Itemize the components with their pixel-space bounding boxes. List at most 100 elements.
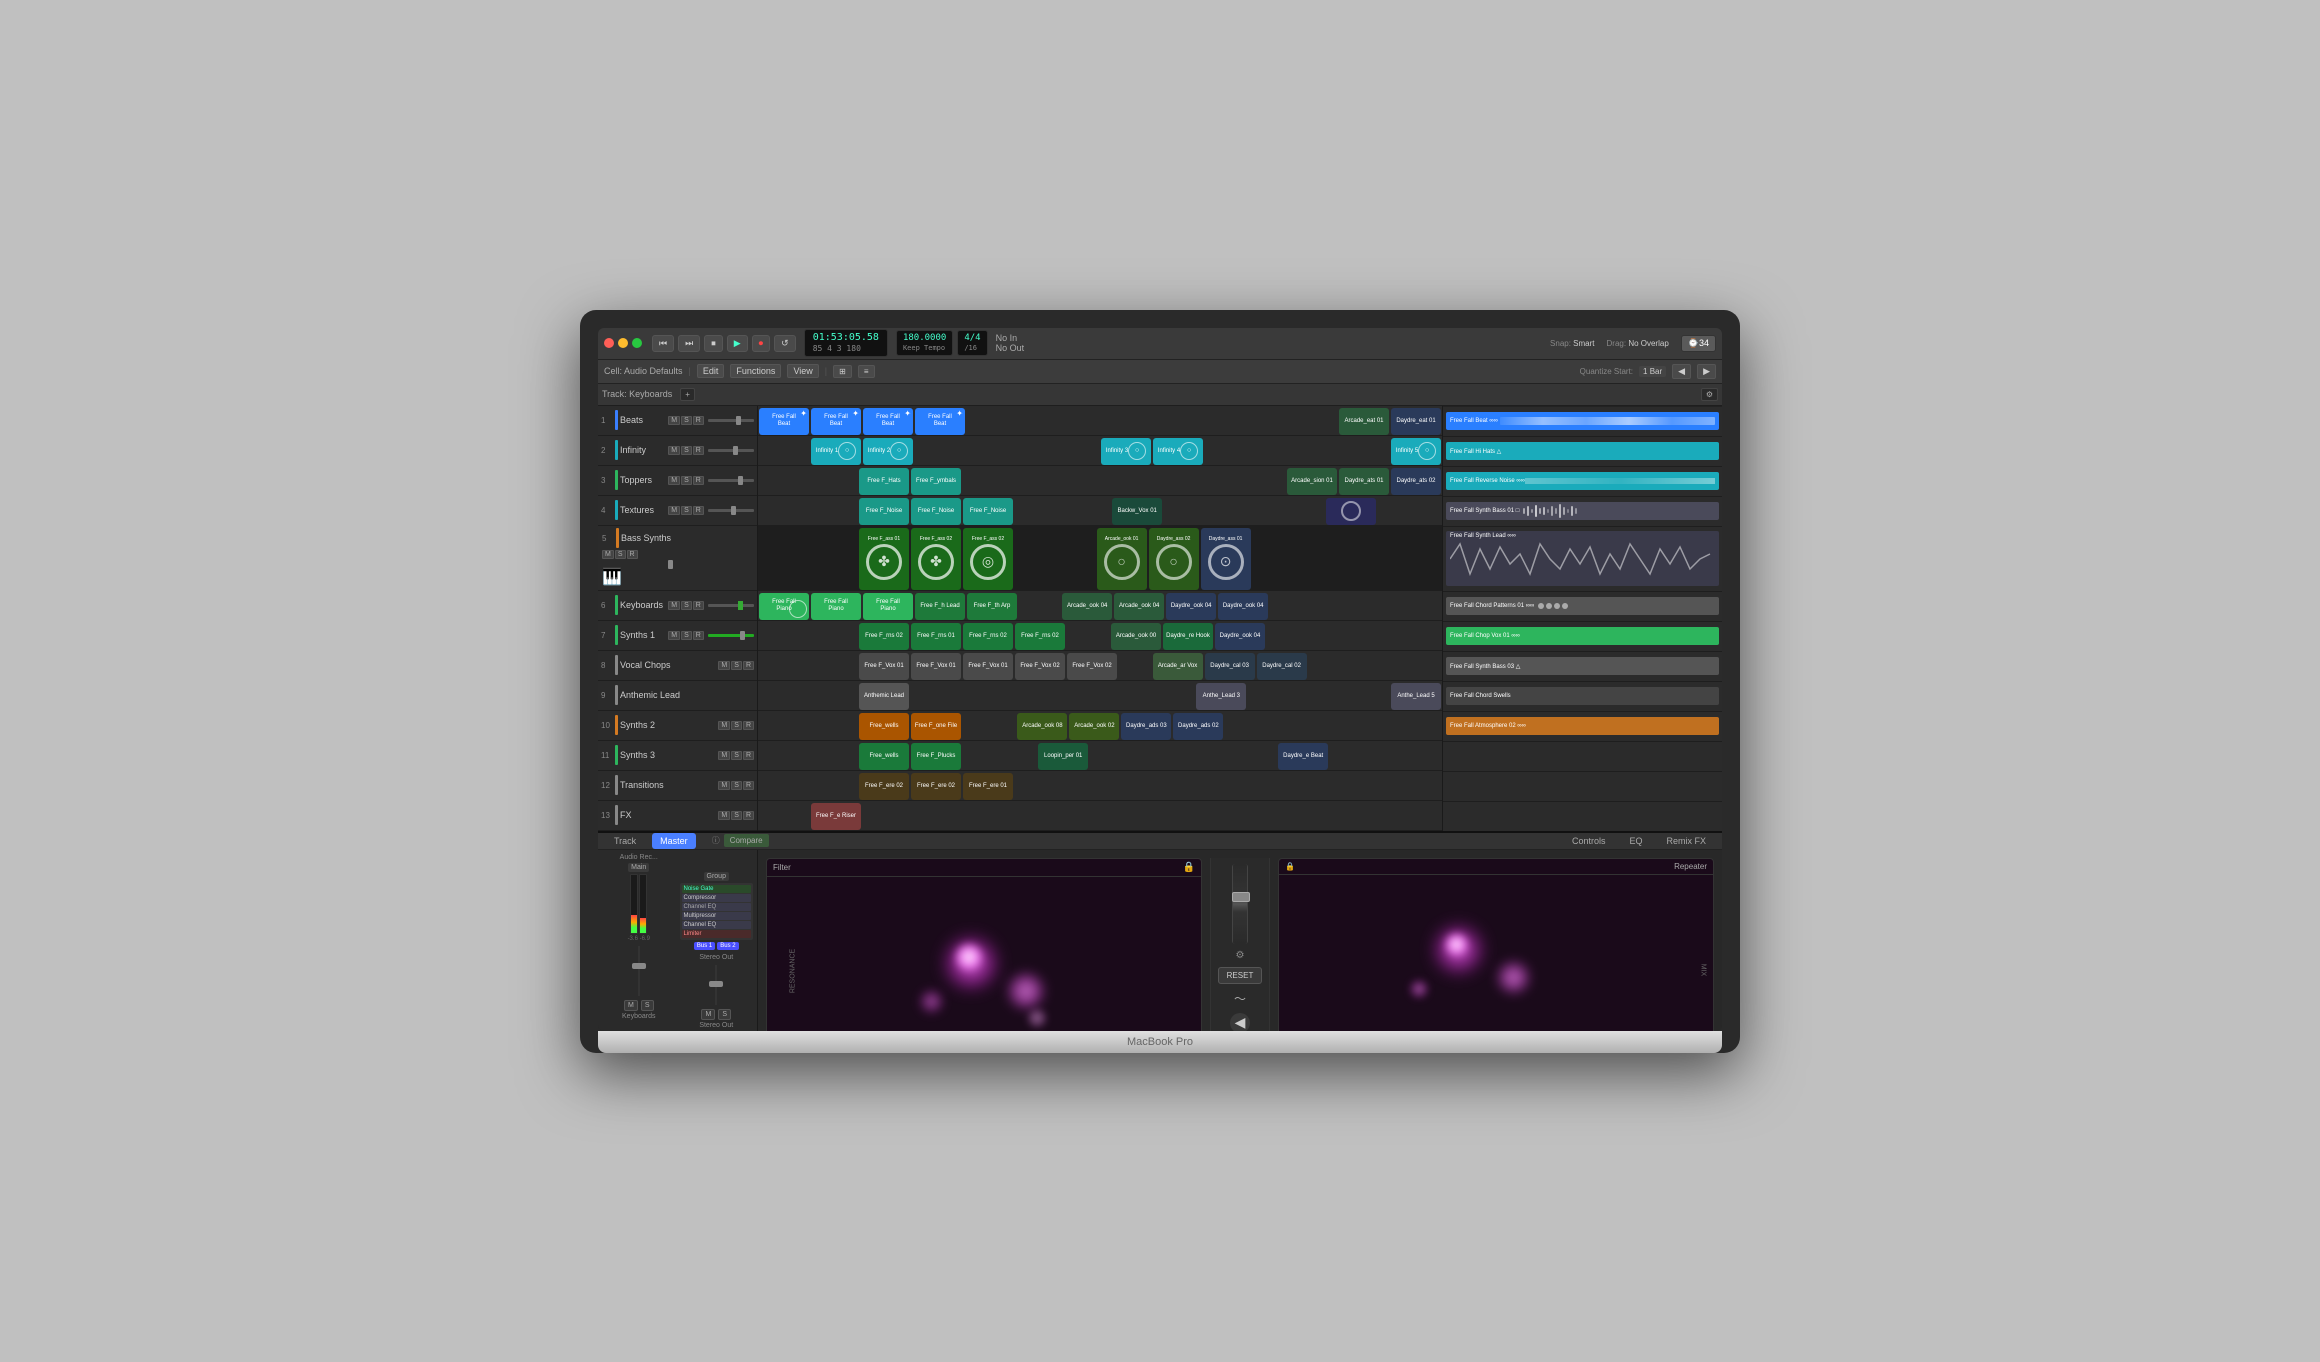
- clip-right-6[interactable]: Free Fall Chord Patterns 01 ∞∞: [1446, 597, 1719, 615]
- record-5[interactable]: R: [627, 550, 638, 559]
- plugin-compressor[interactable]: Compressor: [682, 894, 752, 902]
- clip-7-arcade[interactable]: Arcade_ook 00: [1111, 623, 1161, 650]
- clip-5-arcade[interactable]: Arcade_ook 01 ○: [1097, 528, 1147, 590]
- solo-6[interactable]: S: [681, 601, 692, 610]
- clip-3-daydre2[interactable]: Daydre_ats 02: [1391, 468, 1441, 495]
- mute-1[interactable]: M: [668, 416, 680, 425]
- view-button[interactable]: View: [787, 364, 818, 378]
- clip-5-daydre1[interactable]: Daydre_ass 02 ○: [1149, 528, 1199, 590]
- solo-3[interactable]: S: [681, 476, 692, 485]
- clip-2-2[interactable]: Infinity 2 ○: [863, 438, 913, 465]
- m-btn-ch2[interactable]: M: [701, 1009, 715, 1020]
- clip-5-3[interactable]: Free F_ass 02 ◎: [963, 528, 1013, 590]
- forward-button[interactable]: ⏭: [678, 335, 700, 352]
- plugin-multipressor[interactable]: Multipressor: [682, 912, 752, 920]
- mute-11[interactable]: M: [718, 751, 730, 760]
- tab-master[interactable]: Master: [652, 833, 696, 849]
- settings-button[interactable]: ⚙: [1701, 388, 1718, 401]
- plugin-noise-gate[interactable]: Noise Gate: [682, 885, 752, 893]
- clip-4-back[interactable]: Backw_Vox 01: [1112, 498, 1162, 525]
- mute-4[interactable]: M: [668, 506, 680, 515]
- record-6[interactable]: R: [693, 601, 704, 610]
- add-track-button[interactable]: +: [680, 388, 695, 401]
- repeater-pad-content[interactable]: MIX: [1279, 875, 1713, 1031]
- clip-4-daydre[interactable]: [1326, 498, 1376, 525]
- clip-8-daydre[interactable]: Daydre_cal 03: [1205, 653, 1255, 680]
- plugin-channel-eq[interactable]: Channel EQ: [682, 903, 752, 911]
- mute-2[interactable]: M: [668, 446, 680, 455]
- clip-6-arcade1[interactable]: Arcade_ook 04: [1062, 593, 1112, 620]
- clip-right-3[interactable]: Free Fall Reverse Noise ∞∞: [1446, 472, 1719, 490]
- clip-5-daydre2[interactable]: Daydre_ass 01 ⊙: [1201, 528, 1251, 590]
- bus-1-btn[interactable]: Bus 1: [694, 942, 715, 950]
- clip-6-2[interactable]: Free FallPiano: [811, 593, 861, 620]
- clip-right-8[interactable]: Free Fall Synth Bass 03 △: [1446, 657, 1719, 675]
- solo-11[interactable]: S: [731, 751, 742, 760]
- mute-6[interactable]: M: [668, 601, 680, 610]
- mute-8[interactable]: M: [718, 661, 730, 670]
- tab-eq[interactable]: EQ: [1621, 833, 1650, 849]
- reset-button[interactable]: RESET: [1218, 967, 1263, 984]
- tab-remix-fx[interactable]: Remix FX: [1658, 833, 1714, 849]
- clip-1-1[interactable]: Free FallBeat ✦: [759, 408, 809, 435]
- clip-2-4[interactable]: Infinity 4 ○: [1153, 438, 1203, 465]
- clip-5-2[interactable]: Free F_ass 02 ✤: [911, 528, 961, 590]
- functions-button[interactable]: Functions: [730, 364, 781, 378]
- record-8[interactable]: R: [743, 661, 754, 670]
- solo-13[interactable]: S: [731, 811, 742, 820]
- clip-right-5[interactable]: Free Fall Synth Lead ∞∞: [1446, 531, 1719, 586]
- mute-7[interactable]: M: [668, 631, 680, 640]
- solo-1[interactable]: S: [681, 416, 692, 425]
- stop-button[interactable]: ⏹: [704, 335, 723, 352]
- clip-3-2[interactable]: Free F_ymbals: [911, 468, 961, 495]
- clip-7-2[interactable]: Free F_rns 01: [911, 623, 961, 650]
- record-button[interactable]: ⏺: [752, 335, 771, 352]
- clip-6-4[interactable]: Free F_h Lead: [915, 593, 965, 620]
- clip-7-4[interactable]: Free F_rns 02: [1015, 623, 1065, 650]
- solo-7[interactable]: S: [681, 631, 692, 640]
- clip-4-1[interactable]: Free F_Noise: [859, 498, 909, 525]
- clip-12-1[interactable]: Free F_ere 02: [859, 773, 909, 800]
- clip-6-daydre1[interactable]: Daydre_ook 04: [1166, 593, 1216, 620]
- fader-3[interactable]: [708, 479, 754, 482]
- solo-2[interactable]: S: [681, 446, 692, 455]
- close-btn[interactable]: [604, 338, 614, 348]
- record-2[interactable]: R: [693, 446, 704, 455]
- record-4[interactable]: R: [693, 506, 704, 515]
- clip-6-1[interactable]: Free FallPiano: [759, 593, 809, 620]
- tab-controls[interactable]: Controls: [1564, 833, 1614, 849]
- fader-6[interactable]: [708, 604, 754, 607]
- clip-11-loopin[interactable]: Loopin_per 01: [1038, 743, 1088, 770]
- fader-4[interactable]: [708, 509, 754, 512]
- clip-6-daydre2[interactable]: Daydre_ook 04: [1218, 593, 1268, 620]
- sliders-icon[interactable]: ⚙: [1236, 950, 1245, 961]
- clip-2-3[interactable]: Infinity 3 ○: [1101, 438, 1151, 465]
- clip-7-daydre-hook[interactable]: Daydre_re Hook: [1163, 623, 1213, 650]
- quantize-prev[interactable]: ◀: [1672, 364, 1691, 379]
- compare-button[interactable]: Compare: [724, 834, 769, 847]
- clip-12-3[interactable]: Free F_ere 01: [963, 773, 1013, 800]
- tab-track[interactable]: Track: [606, 833, 644, 849]
- plugin-limiter[interactable]: Limiter: [682, 930, 752, 938]
- clip-7-3[interactable]: Free F_rns 02: [963, 623, 1013, 650]
- plugin-channel-eq2[interactable]: Channel EQ: [682, 921, 752, 929]
- clip-3-1[interactable]: Free F_Hats: [859, 468, 909, 495]
- clip-8-vox2[interactable]: Free F_Vox 01: [911, 653, 961, 680]
- clip-5-1[interactable]: Free F_ass 01 ✤: [859, 528, 909, 590]
- clip-10-2[interactable]: Free F_one File: [911, 713, 961, 740]
- play-button[interactable]: ▶: [727, 335, 748, 352]
- mixer-ch-1-main[interactable]: Main: [628, 863, 649, 872]
- clip-1-3[interactable]: Free FallBeat ✦: [863, 408, 913, 435]
- repeater-lock-icon[interactable]: 🔒: [1285, 862, 1295, 871]
- clip-8-vox5[interactable]: Free F_Vox 02: [1067, 653, 1117, 680]
- clip-right-9[interactable]: Free Fall Chord Swells: [1446, 687, 1719, 705]
- record-12[interactable]: R: [743, 781, 754, 790]
- clip-8-vox1[interactable]: Free F_Vox 01: [859, 653, 909, 680]
- clip-right-1[interactable]: Free Fall Beat ∞∞: [1446, 412, 1719, 430]
- clip-2-1[interactable]: Infinity 1 ○: [811, 438, 861, 465]
- record-3[interactable]: R: [693, 476, 704, 485]
- clip-1-2[interactable]: Free FallBeat ✦: [811, 408, 861, 435]
- clip-right-2[interactable]: Free Fall Hi Hats △: [1446, 442, 1719, 460]
- clip-8-vox3[interactable]: Free F_Vox 01: [963, 653, 1013, 680]
- clip-10-daydre2[interactable]: Daydre_ads 02: [1173, 713, 1223, 740]
